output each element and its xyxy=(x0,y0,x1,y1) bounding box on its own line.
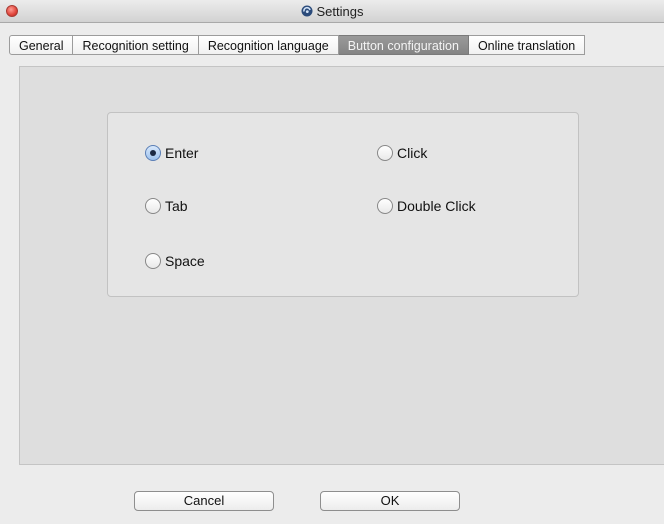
title-bar: Settings xyxy=(0,0,664,23)
radio-double-click-circle[interactable] xyxy=(377,198,393,214)
ok-button[interactable]: OK xyxy=(320,491,460,511)
tab-general[interactable]: General xyxy=(9,35,74,55)
radio-tab[interactable]: Tab xyxy=(145,198,188,214)
radio-space-circle[interactable] xyxy=(145,253,161,269)
radio-enter-circle[interactable] xyxy=(145,145,161,161)
radio-click[interactable]: Click xyxy=(377,145,427,161)
cancel-button[interactable]: Cancel xyxy=(134,491,274,511)
radio-enter-label[interactable]: Enter xyxy=(165,145,198,161)
tab-recognition-language[interactable]: Recognition language xyxy=(198,35,339,55)
radio-enter-dot xyxy=(150,150,156,156)
radio-click-circle[interactable] xyxy=(377,145,393,161)
tab-button-configuration[interactable]: Button configuration xyxy=(338,35,469,55)
radio-tab-circle[interactable] xyxy=(145,198,161,214)
radio-double-click[interactable]: Double Click xyxy=(377,198,476,214)
app-icon xyxy=(301,5,312,17)
radio-tab-label[interactable]: Tab xyxy=(165,198,188,214)
radio-click-label[interactable]: Click xyxy=(397,145,427,161)
window-title: Settings xyxy=(316,3,364,19)
radio-space[interactable]: Space xyxy=(145,253,205,269)
radio-enter[interactable]: Enter xyxy=(145,145,198,161)
tab-bar: General Recognition setting Recognition … xyxy=(9,35,586,55)
tab-recognition-setting[interactable]: Recognition setting xyxy=(73,35,199,55)
radio-space-label[interactable]: Space xyxy=(165,253,205,269)
radio-double-click-label[interactable]: Double Click xyxy=(397,198,476,214)
window-title-wrap: Settings xyxy=(0,0,664,22)
tab-online-translation[interactable]: Online translation xyxy=(468,35,586,55)
